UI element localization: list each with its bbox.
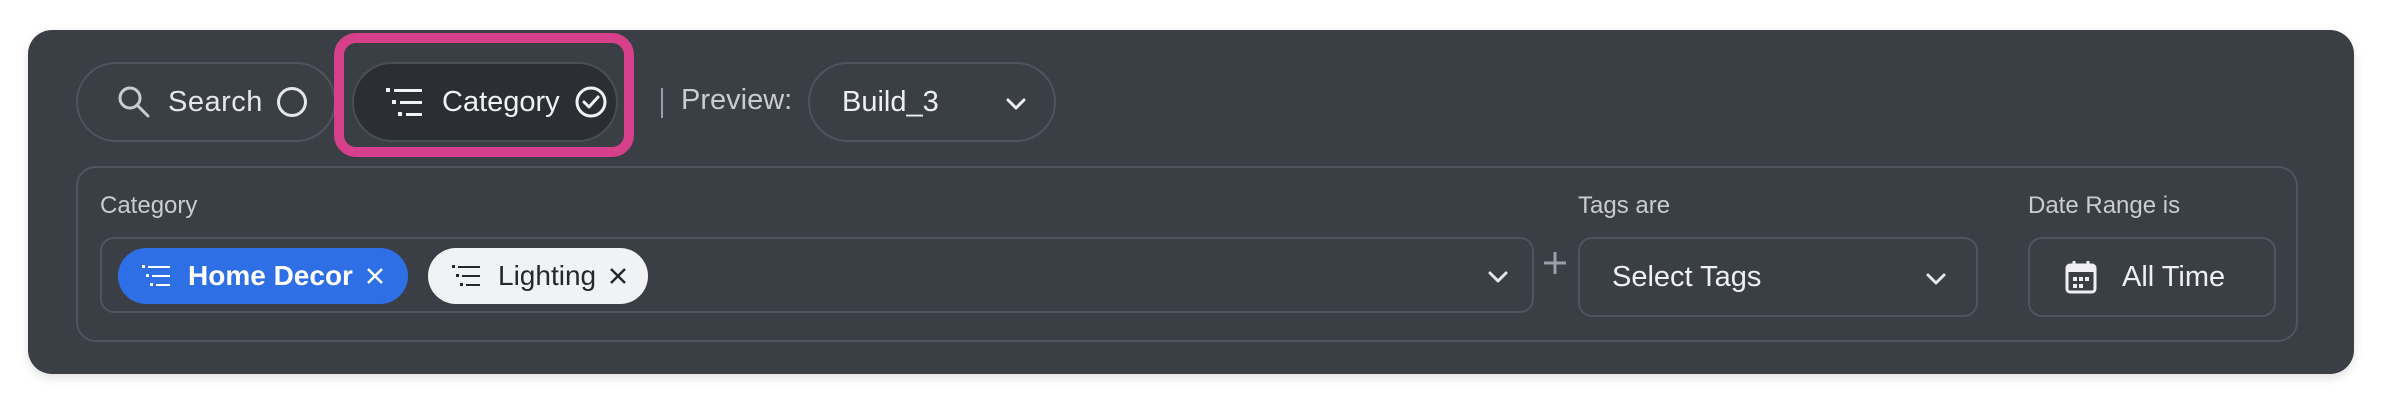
preview-label: Preview: bbox=[681, 84, 793, 116]
search-toggle[interactable]: Search bbox=[76, 62, 336, 142]
tags-field-label: Tags are bbox=[1578, 192, 1671, 219]
filter-list-icon bbox=[452, 265, 480, 286]
close-icon[interactable] bbox=[365, 266, 385, 286]
chevron-down-icon bbox=[1006, 98, 1026, 110]
separator bbox=[661, 88, 663, 118]
category-multiselect[interactable]: Home Decor Lighting bbox=[100, 237, 1534, 313]
search-icon bbox=[118, 86, 150, 118]
category-field-label: Category bbox=[100, 192, 198, 219]
filter-panel: Search Category Preview: Build_3 Categor… bbox=[28, 30, 2354, 374]
date-range-value: All Time bbox=[2122, 260, 2226, 293]
search-label: Search bbox=[168, 85, 263, 118]
tags-select[interactable]: Select Tags bbox=[1578, 237, 1978, 317]
date-range-label: Date Range is bbox=[2028, 192, 2181, 219]
category-chip-lighting[interactable]: Lighting bbox=[428, 248, 648, 304]
chevron-down-icon bbox=[1926, 273, 1946, 285]
preview-select[interactable]: Build_3 bbox=[808, 62, 1056, 142]
chevron-down-icon[interactable] bbox=[1484, 263, 1512, 291]
chip-label: Home Decor bbox=[188, 260, 353, 291]
filter-list-icon bbox=[142, 265, 170, 286]
radio-circle-icon bbox=[276, 87, 307, 117]
calendar-icon bbox=[2065, 261, 2097, 294]
filter-row: Category Home Decor Lighting Tags are Se… bbox=[76, 166, 2298, 342]
chip-label: Lighting bbox=[498, 260, 597, 291]
category-chip-home-decor[interactable]: Home Decor bbox=[118, 248, 408, 304]
highlight-box bbox=[334, 33, 634, 157]
date-range-button[interactable]: All Time bbox=[2028, 237, 2276, 317]
close-icon[interactable] bbox=[608, 266, 628, 286]
preview-value: Build_3 bbox=[842, 85, 939, 118]
tags-placeholder: Select Tags bbox=[1612, 260, 1762, 293]
plus-icon bbox=[1544, 252, 1566, 274]
